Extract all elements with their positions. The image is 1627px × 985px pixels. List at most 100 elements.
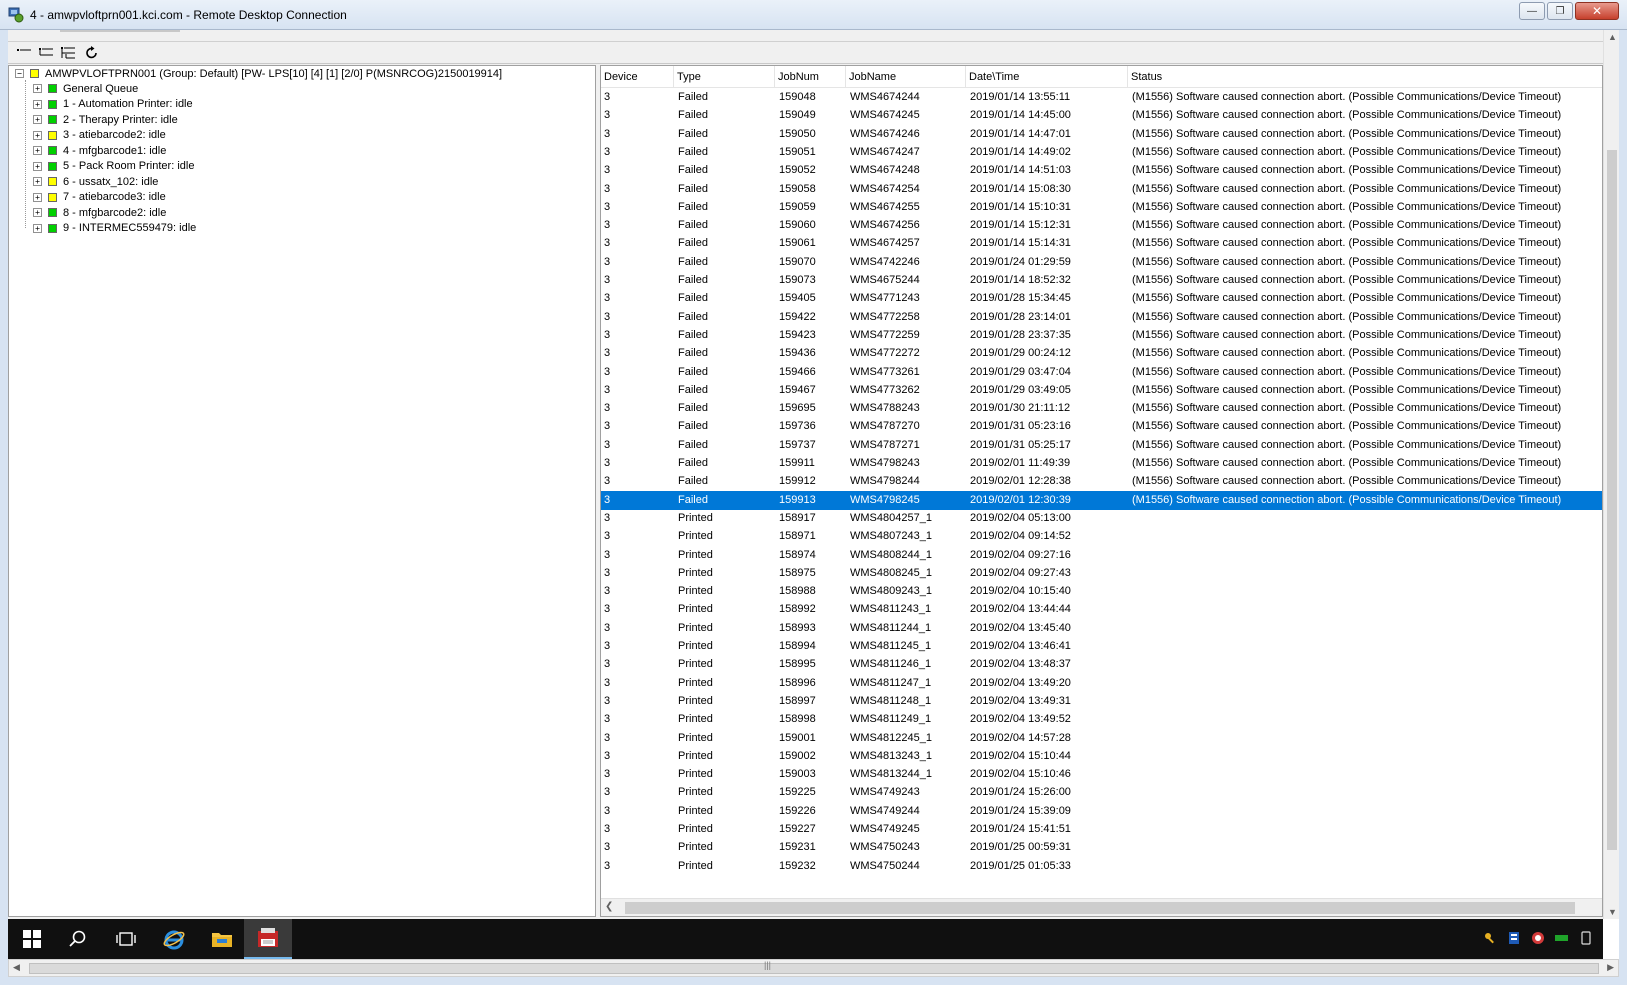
window-hscrollbar[interactable]: ◀ ||| ▶ <box>8 959 1619 977</box>
table-row[interactable]: 3 Failed 159061 WMS4674257 2019/01/14 15:14:… <box>601 234 1602 253</box>
table-row[interactable]: 3 Printed 159232 WMS4750244 2019/01/25 01:05… <box>601 857 1602 876</box>
scroll-up-icon[interactable]: ▲ <box>1608 32 1617 42</box>
table-row[interactable]: 3 Failed 159423 WMS4772259 2019/01/28 23:37:… <box>601 326 1602 345</box>
scroll-thumb[interactable] <box>625 902 1575 914</box>
restore-button[interactable]: ❐ <box>1547 2 1573 20</box>
file-explorer-icon[interactable] <box>198 919 246 959</box>
table-row[interactable]: 3 Printed 158998 WMS4811249_1 2019/02/04 13:… <box>601 710 1602 729</box>
expand-toggle-icon[interactable]: + <box>33 130 42 140</box>
column-header-datetime[interactable]: Date\Time <box>966 66 1128 88</box>
table-row[interactable]: 3 Printed 158988 WMS4809243_1 2019/02/04 10:… <box>601 582 1602 601</box>
table-row[interactable]: 3 Failed 159422 WMS4772258 2019/01/28 23:14:… <box>601 308 1602 327</box>
job-list[interactable]: Device Type JobNum JobName Date\Time Sta… <box>600 65 1603 917</box>
table-row[interactable]: 3 Failed 159912 WMS4798244 2019/02/01 12:28:… <box>601 472 1602 491</box>
tree-item[interactable]: +2 - Therapy Printer: idle <box>33 112 178 127</box>
table-row[interactable]: 3 Failed 159073 WMS4675244 2019/01/14 18:52:… <box>601 271 1602 290</box>
table-row[interactable]: 3 Failed 159058 WMS4674254 2019/01/14 15:08:… <box>601 180 1602 199</box>
table-row[interactable]: 3 Printed 159003 WMS4813244_1 2019/02/04 15:… <box>601 765 1602 784</box>
column-header-jobnum[interactable]: JobNum <box>775 66 846 88</box>
session-vscrollbar[interactable]: ▲ ▼ <box>1603 30 1619 919</box>
search-icon[interactable] <box>54 919 102 959</box>
table-row[interactable]: 3 Failed 159060 WMS4674256 2019/01/14 15:12:… <box>601 216 1602 235</box>
expand-toggle-icon[interactable]: + <box>33 161 42 171</box>
table-row[interactable]: 3 Failed 159051 WMS4674247 2019/01/14 14:49:… <box>601 143 1602 162</box>
tree-item[interactable]: +6 - ussatx_102: idle <box>33 174 158 189</box>
table-row[interactable]: 3 Printed 159225 WMS4749243 2019/01/24 15:26… <box>601 783 1602 802</box>
table-row[interactable]: 3 Printed 158996 WMS4811247_1 2019/02/04 13:… <box>601 674 1602 693</box>
battery-icon[interactable] <box>1555 931 1569 945</box>
scroll-right-icon[interactable]: ▶ <box>1607 962 1614 973</box>
expand-toggle-icon[interactable]: + <box>33 99 42 109</box>
table-row[interactable]: 3 Printed 158997 WMS4811248_1 2019/02/04 13:… <box>601 692 1602 711</box>
expand-toggle-icon[interactable]: + <box>33 146 42 155</box>
table-row[interactable]: 3 Failed 159436 WMS4772272 2019/01/29 00:24:… <box>601 344 1602 363</box>
scroll-left-icon[interactable]: ◀ <box>13 962 20 973</box>
scroll-down-icon[interactable]: ▼ <box>1608 907 1617 917</box>
table-row[interactable]: 3 Failed 159049 WMS4674245 2019/01/14 14:45:… <box>601 106 1602 125</box>
tree-item[interactable]: +9 - INTERMEC559479: idle <box>33 221 196 236</box>
table-row[interactable]: 3 Failed 159050 WMS4674246 2019/01/14 14:47:… <box>601 125 1602 144</box>
table-row[interactable]: 3 Printed 159227 WMS4749245 2019/01/24 15:41… <box>601 820 1602 839</box>
column-header-status[interactable]: Status <box>1128 66 1602 88</box>
expand-toggle-icon[interactable]: + <box>33 84 42 93</box>
expand-toggle-icon[interactable]: + <box>33 115 42 124</box>
expand-toggle-icon[interactable]: + <box>33 223 42 233</box>
table-row[interactable]: 3 Failed 159737 WMS4787271 2019/01/31 05:25:… <box>601 436 1602 455</box>
task-view-icon[interactable] <box>102 919 150 959</box>
table-row[interactable]: 3 Printed 159002 WMS4813243_1 2019/02/04 15:… <box>601 747 1602 766</box>
scroll-left-icon[interactable]: ❮ <box>605 901 613 912</box>
table-row[interactable]: 3 Printed 158995 WMS4811246_1 2019/02/04 13:… <box>601 655 1602 674</box>
flag-icon[interactable] <box>1507 931 1521 945</box>
table-row[interactable]: 3 Printed 158917 WMS4804257_1 2019/02/04 05:… <box>601 509 1602 528</box>
collapse-toggle-icon[interactable]: − <box>15 69 24 78</box>
expand-toggle-icon[interactable]: + <box>33 192 42 202</box>
minimize-button[interactable]: — <box>1519 2 1545 20</box>
table-row[interactable]: 3 Printed 158993 WMS4811244_1 2019/02/04 13:… <box>601 619 1602 638</box>
table-row[interactable]: 3 Failed 159911 WMS4798243 2019/02/01 11:49:… <box>601 454 1602 473</box>
table-row[interactable]: 3 Failed 159695 WMS4788243 2019/01/30 21:11:… <box>601 399 1602 418</box>
table-row[interactable]: 3 Printed 159231 WMS4750243 2019/01/25 00:59… <box>601 838 1602 857</box>
tree-item[interactable]: +3 - atiebarcode2: idle <box>33 128 166 143</box>
remote-session[interactable]: − AMWPVLOFTPRN001 (Group: Default) [PW- … <box>8 30 1619 919</box>
table-row[interactable]: 3 Failed 159059 WMS4674255 2019/01/14 15:10:… <box>601 198 1602 217</box>
tree-item[interactable]: +5 - Pack Room Printer: idle <box>33 159 194 174</box>
table-row[interactable]: 3 Failed 159467 WMS4773262 2019/01/29 03:49:… <box>601 381 1602 400</box>
close-button[interactable]: ✕ <box>1575 2 1619 20</box>
network-key-icon[interactable] <box>1483 931 1497 945</box>
device-icon[interactable] <box>1579 931 1593 945</box>
windows-start-icon[interactable] <box>8 919 56 959</box>
table-row[interactable]: 3 Printed 159001 WMS4812245_1 2019/02/04 14:… <box>601 729 1602 748</box>
table-row[interactable]: 3 Printed 158992 WMS4811243_1 2019/02/04 13:… <box>601 600 1602 619</box>
scroll-thumb[interactable] <box>29 963 1599 974</box>
column-header-type[interactable]: Type <box>674 66 775 88</box>
table-row[interactable]: 3 Failed 159466 WMS4773261 2019/01/29 03:47:… <box>601 363 1602 382</box>
column-header-device[interactable]: Device <box>601 66 674 88</box>
printer-tree[interactable]: − AMWPVLOFTPRN001 (Group: Default) [PW- … <box>8 65 596 917</box>
table-row[interactable]: 3 Failed 159736 WMS4787270 2019/01/31 05:23:… <box>601 417 1602 436</box>
table-row[interactable]: 3 Printed 159226 WMS4749244 2019/01/24 15:39… <box>601 802 1602 821</box>
collapse-tree-icon[interactable] <box>14 44 34 62</box>
table-row[interactable]: 3 Failed 159913 WMS4798245 2019/02/01 12:30:… <box>601 490 1602 510</box>
print-app-icon[interactable] <box>244 919 292 959</box>
job-list-hscrollbar[interactable]: ❮ <box>601 898 1602 916</box>
table-row[interactable]: 3 Failed 159405 WMS4771243 2019/01/28 15:34:… <box>601 289 1602 308</box>
window-titlebar[interactable]: 4 - amwpvloftprn001.kci.com - Remote Des… <box>0 0 1627 30</box>
expand-toggle-icon[interactable]: + <box>33 177 42 186</box>
internet-explorer-icon[interactable] <box>150 919 198 959</box>
table-row[interactable]: 3 Printed 158994 WMS4811245_1 2019/02/04 13:… <box>601 637 1602 656</box>
table-row[interactable]: 3 Failed 159052 WMS4674248 2019/01/14 14:51:… <box>601 161 1602 180</box>
tree-item[interactable]: +1 - Automation Printer: idle <box>33 97 193 112</box>
refresh-icon[interactable] <box>82 44 102 62</box>
table-row[interactable]: 3 Printed 158974 WMS4808244_1 2019/02/04 09:… <box>601 546 1602 565</box>
tree-root-server[interactable]: − AMWPVLOFTPRN001 (Group: Default) [PW- … <box>15 66 502 81</box>
tree-item[interactable]: + General Queue <box>33 81 138 96</box>
table-row[interactable]: 3 Printed 158975 WMS4808245_1 2019/02/04 09:… <box>601 564 1602 583</box>
expand-toggle-icon[interactable]: + <box>33 208 42 217</box>
column-header-jobname[interactable]: JobName <box>846 66 966 88</box>
expand-all-icon[interactable] <box>58 44 78 62</box>
expand-level-icon[interactable] <box>36 44 56 62</box>
antivirus-icon[interactable] <box>1531 931 1545 945</box>
table-row[interactable]: 3 Printed 158971 WMS4807243_1 2019/02/04 09:… <box>601 527 1602 546</box>
tree-item[interactable]: +8 - mfgbarcode2: idle <box>33 205 166 220</box>
table-row[interactable]: 3 Failed 159070 WMS4742246 2019/01/24 01:29:… <box>601 253 1602 272</box>
